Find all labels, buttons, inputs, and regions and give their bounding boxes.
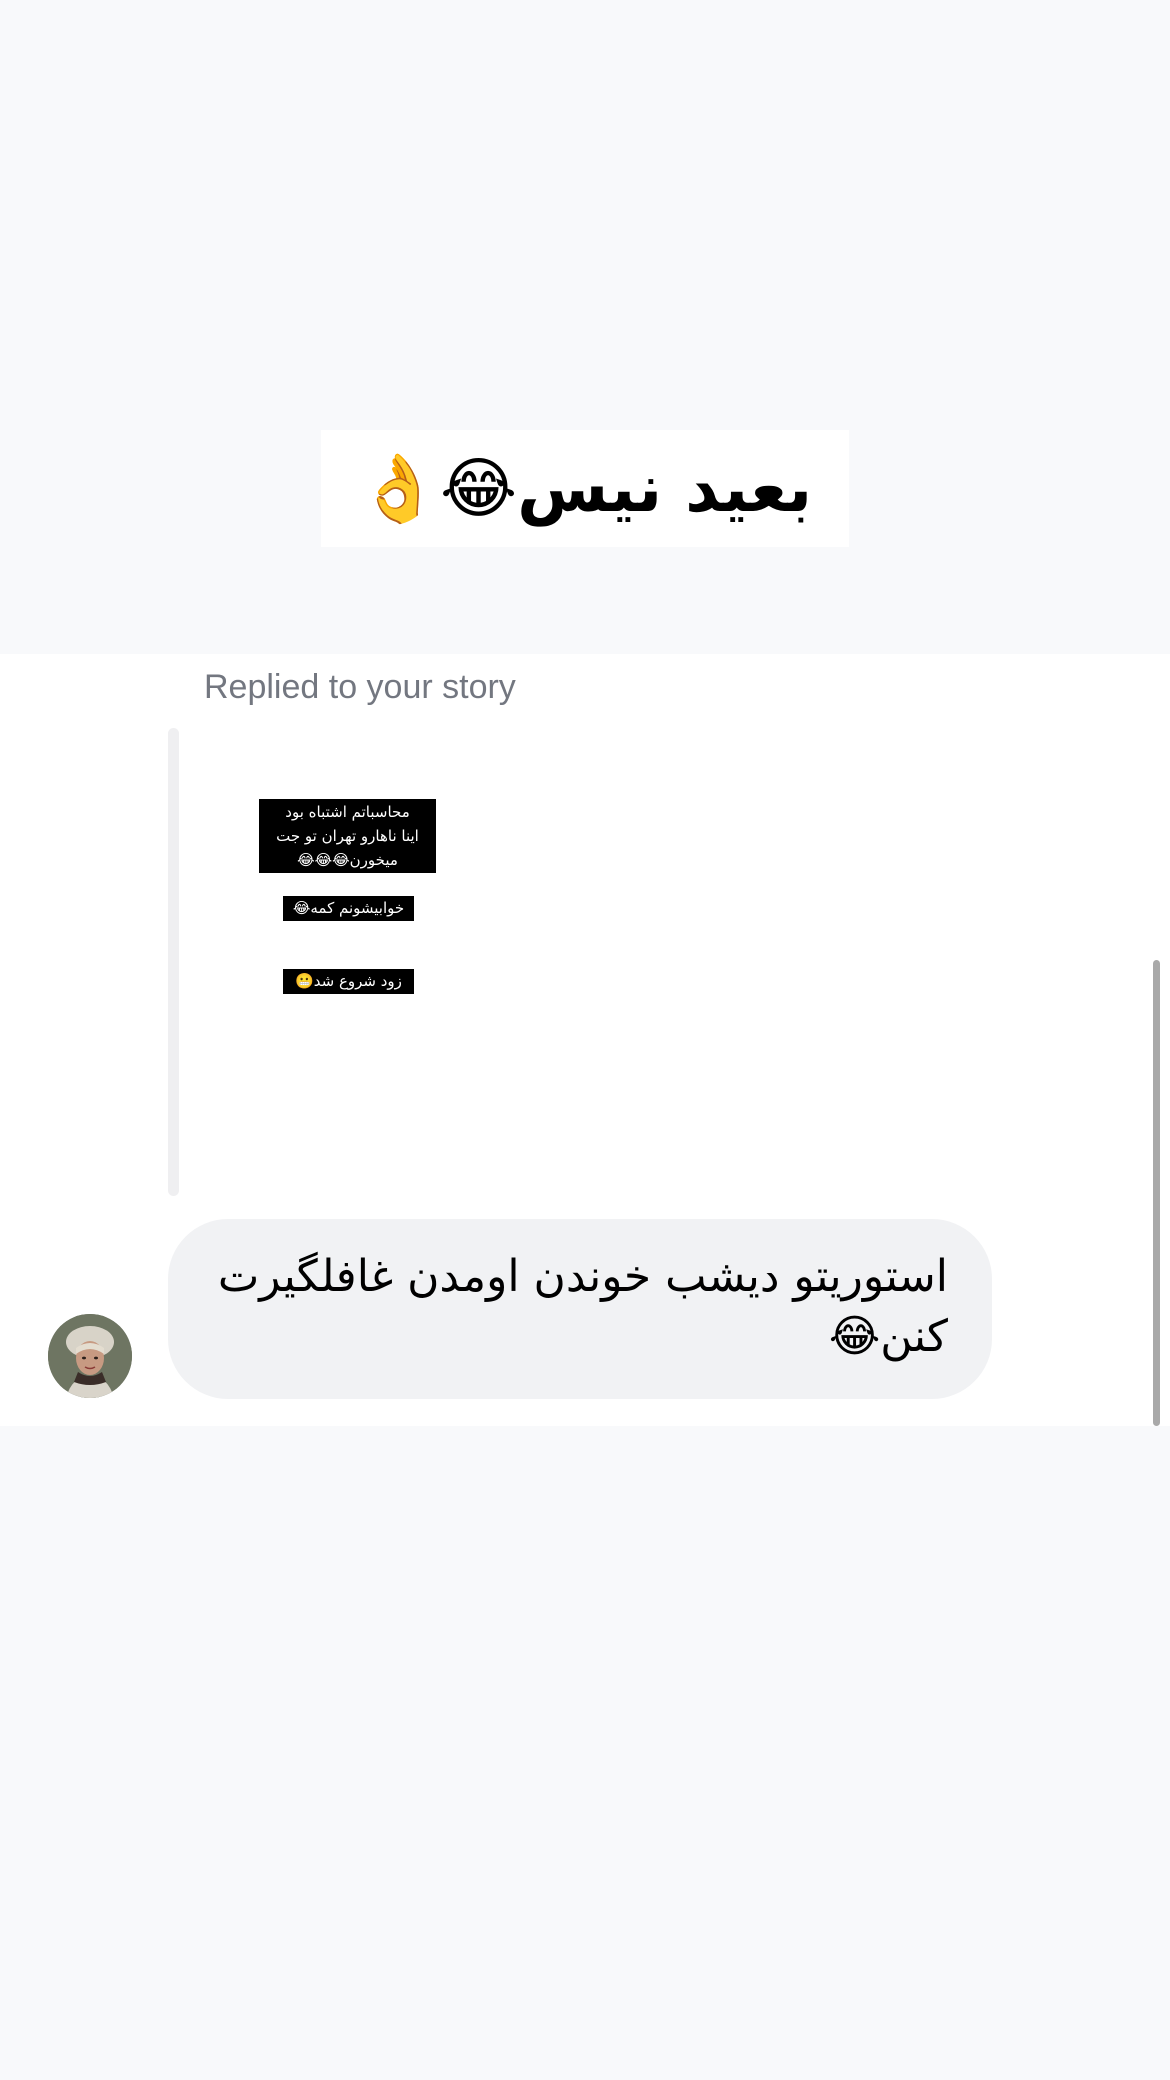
quote-bar — [168, 728, 179, 1196]
message-text: استوریتو دیشب خوندن اومدن غافلگیرت کنن😂 — [217, 1251, 948, 1362]
story-preview-text[interactable]: خوابیشونم کمه😂 — [283, 896, 414, 921]
story-caption-sticker: بعید نیس😂👌 — [321, 430, 849, 547]
avatar-photo-icon — [48, 1314, 132, 1398]
story-preview-text[interactable]: محاسباتم اشتباه بود اینا ناهارو تهران تو… — [259, 799, 436, 873]
message-bubble[interactable]: استوریتو دیشب خوندن اومدن غافلگیرت کنن😂 — [168, 1219, 992, 1399]
chat-message-panel: Replied to your story محاسباتم اشتباه بو… — [0, 654, 1170, 1426]
story-preview-text[interactable]: زود شروع شد😬 — [283, 969, 414, 994]
story-caption-text: بعید نیس😂👌 — [357, 449, 813, 527]
replied-to-story-label: Replied to your story — [204, 668, 516, 706]
avatar[interactable] — [48, 1314, 132, 1398]
scrollbar-thumb[interactable] — [1153, 960, 1160, 1426]
